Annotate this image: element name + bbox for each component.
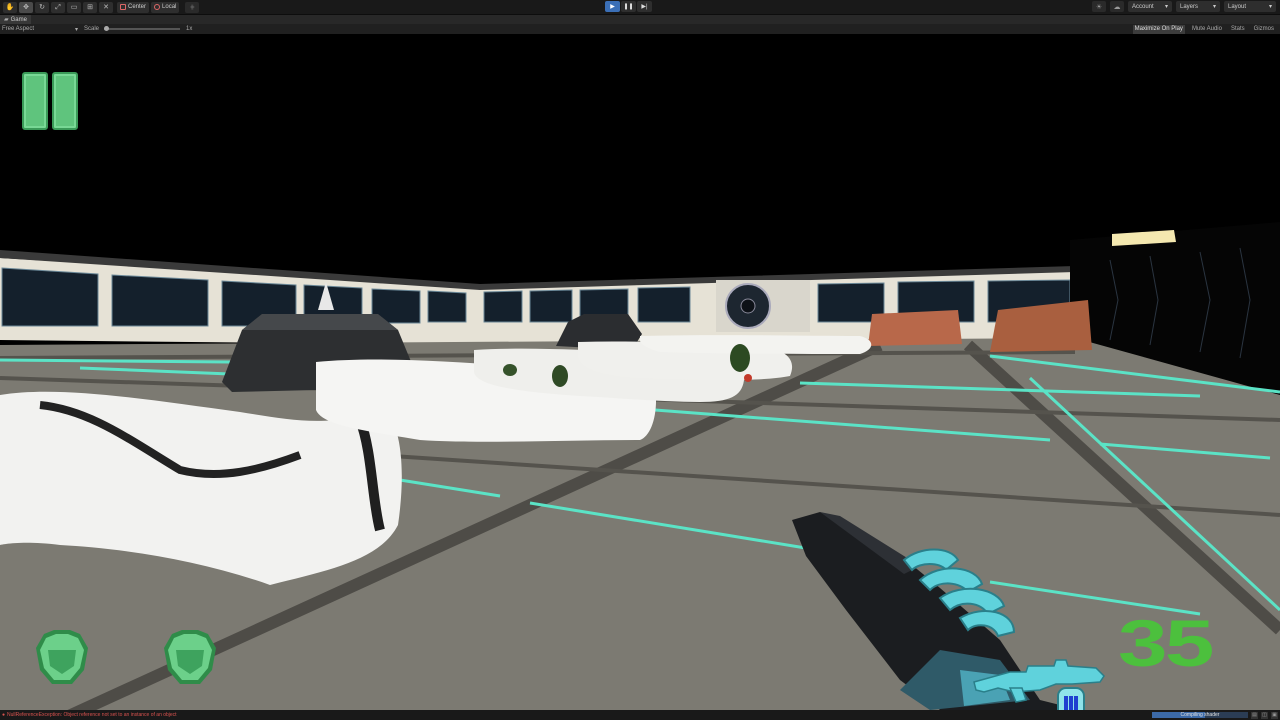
hand-icon[interactable]: ✋ xyxy=(3,1,17,13)
chevron-down-icon: ▾ xyxy=(1268,4,1272,10)
debug-icon[interactable]: ▤ xyxy=(1251,711,1258,719)
space-label: Local xyxy=(162,4,177,10)
console-error-message[interactable]: ● NullReferenceException: Object referen… xyxy=(2,712,177,718)
light-icon[interactable]: ☀ xyxy=(1092,1,1106,12)
rect-icon[interactable]: ▭ xyxy=(67,1,81,13)
game-viewport[interactable]: 35 xyxy=(0,34,1280,710)
layers-dropdown[interactable]: Layers ▾ xyxy=(1176,1,1220,12)
pivot-icon xyxy=(120,4,126,10)
pause-indicator[interactable] xyxy=(22,72,78,130)
layers-label: Layers xyxy=(1180,3,1199,10)
gamepad-icon: ▰ xyxy=(4,17,9,23)
layout-label: Layout xyxy=(1228,3,1247,10)
play-button[interactable]: ▶ xyxy=(605,1,620,12)
scale-slider[interactable] xyxy=(104,26,181,31)
compile-progress: Compiling shader xyxy=(1152,712,1248,718)
stats-toggle[interactable]: Stats xyxy=(1229,25,1247,34)
chevron-down-icon: ▾ xyxy=(74,26,78,33)
rotate-icon[interactable]: ↻ xyxy=(35,1,49,13)
weapon-rifle-icon xyxy=(973,659,1105,710)
pivot-label: Center xyxy=(128,4,147,10)
layout-dropdown[interactable]: Layout ▾ xyxy=(1224,1,1276,12)
step-icon: ▶| xyxy=(641,4,648,10)
toolbar-right: ☀ ☁ Account ▾ Layers ▾ Layout ▾ xyxy=(1092,1,1276,12)
error-icon: ● xyxy=(2,712,6,718)
notification-icon[interactable]: ▣ xyxy=(1271,711,1278,719)
account-label: Account xyxy=(1132,3,1154,10)
status-bar: ● NullReferenceException: Object referen… xyxy=(0,710,1280,720)
mute-audio-toggle[interactable]: Mute Audio xyxy=(1190,25,1224,34)
tab-game[interactable]: ▰ Game xyxy=(0,15,31,24)
pause-icon: ❚❚ xyxy=(623,4,634,10)
scale-slider-handle[interactable] xyxy=(104,26,110,31)
cloud-icon[interactable]: ☁ xyxy=(1110,1,1124,12)
account-dropdown[interactable]: Account ▾ xyxy=(1128,1,1172,12)
scale-icon[interactable]: ⤢ xyxy=(51,1,65,13)
status-right: Compiling shader ▤ ◫ ▣ xyxy=(1152,710,1278,720)
move-icon[interactable]: ✥ xyxy=(19,1,33,13)
error-text: NullReferenceException: Object reference… xyxy=(7,712,177,718)
editor-toolbar: ✋ ✥ ↻ ⤢ ▭ ⊞ ✕ Center Local ⋕ ▶ ❚❚ ▶| ☀ ☁… xyxy=(0,0,1280,15)
pause-bar-right xyxy=(52,72,78,130)
scale-value: 1x xyxy=(186,26,193,32)
scale-label: Scale xyxy=(84,26,100,32)
game-view-bar: Free Aspect ▾ Scale 1x Maximize On Play … xyxy=(0,24,1280,34)
transform-icon[interactable]: ⊞ xyxy=(83,1,97,13)
globe-icon xyxy=(154,4,161,10)
pivot-center-button[interactable]: Center xyxy=(117,1,150,13)
tab-strip: ▰ Game xyxy=(0,15,1280,24)
play-icon: ▶ xyxy=(610,4,615,10)
tab-game-label: Game xyxy=(10,16,27,23)
life-helmet-icon xyxy=(36,630,88,684)
game-scene xyxy=(0,34,1280,710)
aspect-label: Free Aspect xyxy=(2,25,35,32)
aspect-dropdown[interactable]: Free Aspect ▾ xyxy=(2,26,78,33)
progress-label: Compiling shader xyxy=(1180,712,1220,718)
pause-button[interactable]: ❚❚ xyxy=(621,1,636,12)
cache-icon[interactable]: ◫ xyxy=(1261,711,1268,719)
life-helmet-icon xyxy=(164,630,216,684)
step-button[interactable]: ▶| xyxy=(637,1,652,12)
chevron-down-icon: ▾ xyxy=(1164,4,1168,10)
maximize-on-play-toggle[interactable]: Maximize On Play xyxy=(1132,24,1185,34)
game-view-options: Maximize On Play Mute Audio Stats Gizmos xyxy=(1132,24,1276,34)
grid-snap-button[interactable]: ⋕ xyxy=(185,1,200,13)
play-controls: ▶ ❚❚ ▶| xyxy=(605,1,652,12)
pivot-space-button[interactable]: Local xyxy=(151,1,180,13)
transform-tools: ✋ ✥ ↻ ⤢ ▭ ⊞ ✕ xyxy=(3,1,115,13)
pause-bar-left xyxy=(22,72,48,130)
ammo-counter: 35 xyxy=(1118,606,1214,680)
custom-icon[interactable]: ✕ xyxy=(99,1,113,13)
chevron-down-icon: ▾ xyxy=(1212,4,1216,10)
gizmos-dropdown[interactable]: Gizmos xyxy=(1252,25,1276,34)
